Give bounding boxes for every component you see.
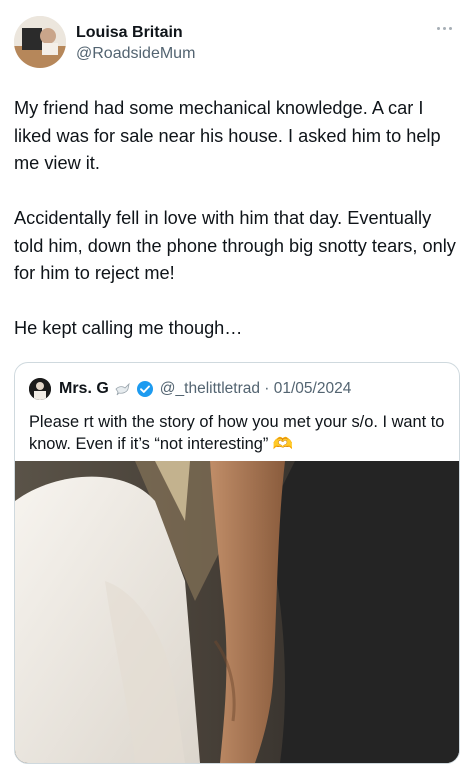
- more-options-icon[interactable]: [432, 20, 456, 36]
- verified-badge-icon: [136, 381, 153, 397]
- tweet-text: My friend had some mechanical knowledge.…: [14, 98, 456, 338]
- quoted-tweet[interactable]: Mrs. G @_thelittletrad · 01/05/2024 Plea…: [14, 362, 460, 764]
- quoted-author-avatar[interactable]: [29, 378, 51, 400]
- author-avatar[interactable]: [14, 16, 66, 68]
- author-handle[interactable]: @RoadsideMum: [76, 45, 195, 63]
- quoted-tweet-header: Mrs. G @_thelittletrad · 01/05/2024: [29, 378, 351, 400]
- tweet-header: Louisa Britain @RoadsideMum: [14, 14, 460, 70]
- quoted-media-image[interactable]: [15, 461, 459, 763]
- author-name[interactable]: Louisa Britain: [76, 24, 183, 42]
- quoted-author-name[interactable]: Mrs. G: [59, 380, 109, 398]
- quoted-meta[interactable]: @_thelittletrad · 01/05/2024: [160, 380, 352, 398]
- dove-icon: [115, 382, 130, 396]
- quoted-tweet-text: Please rt with the story of how you met …: [29, 413, 445, 453]
